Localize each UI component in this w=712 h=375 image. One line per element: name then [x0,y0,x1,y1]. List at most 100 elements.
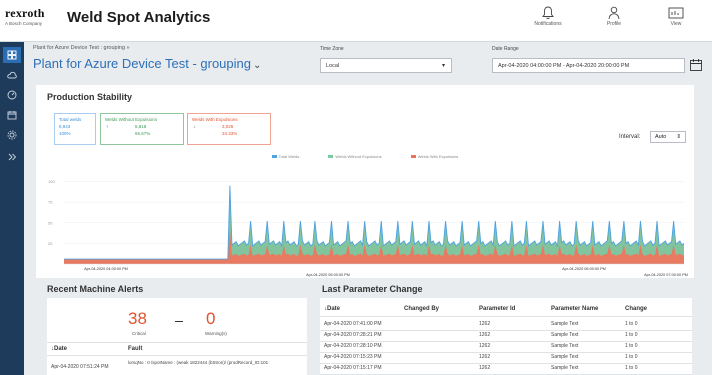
tile-total-welds[interactable]: Total welds 8,843 100% [54,113,96,145]
calendar-icon [7,111,17,120]
logo-brand: rexroth [5,6,45,20]
legend-swatch [328,155,334,159]
table-divider [320,363,692,364]
col-fault-header[interactable]: Fault [128,346,142,352]
cell-name: Sample Text [551,332,579,338]
select-caret-icon: ▾ [441,63,445,69]
chevron-down-icon: ⌄ [253,60,262,71]
profile-label: Profile [606,21,622,27]
alert-date: Apr-04-2020 07:51:24 PM [51,364,109,370]
alert-fault: lorsqNo : 0 /spotName : (weak 1822444 (b… [128,360,269,365]
col-date-label: Date [327,306,341,312]
tile-count: 8,843 [59,124,71,129]
tile-count: 3,025 [222,124,234,129]
separator-dash [175,321,183,322]
tile-welds-with-expulsions[interactable]: Welds With Expulsions ↓ 3,025 34.33% [187,113,271,145]
breadcrumb[interactable]: Plant for Azure Device Test : grouping » [33,45,130,51]
notifications-label: Notifications [534,21,562,27]
timezone-select[interactable]: Local ▾ [320,58,452,73]
cell-name: Sample Text [551,365,579,371]
daterange-label: Date Range [492,46,519,52]
table-row[interactable]: Apr-04-2020 07:41:00 PM 1262 Sample Text 1 … [320,321,692,332]
view-button[interactable]: View [656,6,696,27]
cell-change: 1 to 0 [625,321,638,327]
cell-id: 1262 [479,332,491,338]
sidebar [0,42,24,375]
production-stability-title: Production Stability [47,92,133,102]
table-row[interactable]: Apr-04-2020 07:15:23 PM 1262 Sample Text 1 … [320,354,692,365]
x-tick-label: Apr-04-2020 06:00:00 PM [562,267,606,271]
interval-select[interactable]: Auto ⇕ [650,131,686,143]
production-stability-card: Production Stability Total welds 8,843 1… [36,85,694,278]
interval-label: Interval: [619,134,641,140]
y-tick-label: 50 [48,220,53,225]
table-divider [47,355,307,356]
y-tick-label: 75 [48,200,53,205]
plant-title: Plant for Azure Device Test - grouping [33,56,251,71]
col-change-header[interactable]: Change [625,306,647,312]
table-divider [47,342,307,343]
sidebar-expand-button[interactable] [3,149,21,165]
profile-button[interactable]: Profile [594,6,634,27]
critical-count[interactable]: 38 [128,309,147,329]
params-title: Last Parameter Change [322,284,423,294]
plant-selector[interactable]: Plant for Azure Device Test - grouping ⌄ [33,56,261,71]
col-parameter-id-header[interactable]: Parameter Id [479,306,515,312]
x-tick-label: Apr-04-2020 07:00:00 PM [644,273,688,277]
table-row[interactable]: Apr-04-2020 07:15:17 PM 1262 Sample Text 1 … [320,365,692,375]
daterange-value: Apr-04-2020 04:00:00 PM - Apr-04-2020 20… [498,63,630,69]
table-divider [320,330,692,331]
cell-id: 1262 [479,354,491,360]
table-row[interactable]: Apr-04-2020 07:28:10 PM 1262 Sample Text 1 … [320,343,692,354]
x-tick-label: Apr-04-2020 04:00:00 PM [84,267,128,271]
legend-item-with[interactable]: Welds With Expulsions [410,154,458,159]
tile-count: 5,818 [135,124,147,129]
calendar-picker-icon[interactable] [689,58,703,72]
select-caret-icon: ⇕ [676,134,681,140]
timezone-label: Time Zone [320,46,344,52]
view-icon [668,7,684,19]
sidebar-item-cloud[interactable] [3,67,21,83]
col-date-label: Date [54,346,68,352]
sidebar-item-dashboard[interactable] [3,47,21,63]
cell-id: 1262 [479,365,491,371]
tile-percent: 100% [59,131,71,136]
cell-date: Apr-04-2020 07:15:17 PM [324,365,382,371]
table-divider [320,352,692,353]
col-parameter-name-header[interactable]: Parameter Name [551,306,598,312]
chart-legend: Total Welds Welds Without Expulsions Wel… [36,154,694,159]
notifications-button[interactable]: Notifications [528,6,568,27]
cell-change: 1 to 0 [625,354,638,360]
daterange-input[interactable]: Apr-04-2020 04:00:00 PM - Apr-04-2020 20… [492,58,685,73]
cloud-icon [7,71,17,79]
alerts-card: 38 Critical 0 Warning(s) ↓Date Fault Apr… [47,298,307,375]
table-divider [320,316,692,317]
col-changed-by-header[interactable]: Changed By [404,306,439,312]
sidebar-item-gauge[interactable] [3,87,21,103]
bell-icon [542,6,554,20]
cell-id: 1262 [479,343,491,349]
gauge-icon [7,90,17,100]
table-row[interactable]: Apr-04-2020 07:28:21 PM 1262 Sample Text 1 … [320,332,692,343]
cell-id: 1262 [479,321,491,327]
legend-label: Total Welds [278,154,300,159]
legend-swatch [271,155,277,159]
legend-swatch [410,155,416,159]
tile-welds-without-expulsions[interactable]: Welds Without Expulsions ↑ 5,818 65.67% [100,113,184,145]
interval-value: Auto [655,134,667,140]
app-title: Weld Spot Analytics [67,9,211,26]
view-label: View [670,21,682,27]
params-card: ↓Date Changed By Parameter Id Parameter … [320,298,692,375]
col-date-header[interactable]: ↓Date [324,306,340,312]
rexroth-logo: rexroth A Bosch Company [5,6,45,26]
y-tick-label: 25 [48,241,53,246]
warning-count[interactable]: 0 [206,309,215,329]
cell-change: 1 to 0 [625,365,638,371]
legend-item-without[interactable]: Welds Without Expulsions [328,154,382,159]
cell-date: Apr-04-2020 07:28:10 PM [324,343,382,349]
sidebar-item-settings[interactable] [3,127,21,143]
legend-item-total[interactable]: Total Welds [271,154,300,159]
sidebar-item-calendar[interactable] [3,107,21,123]
production-chart[interactable]: 100 75 50 25 Apr-04-2020 04:00:00 PM Apr-04-2… [36,161,694,278]
col-date-header[interactable]: ↓Date [51,346,67,352]
